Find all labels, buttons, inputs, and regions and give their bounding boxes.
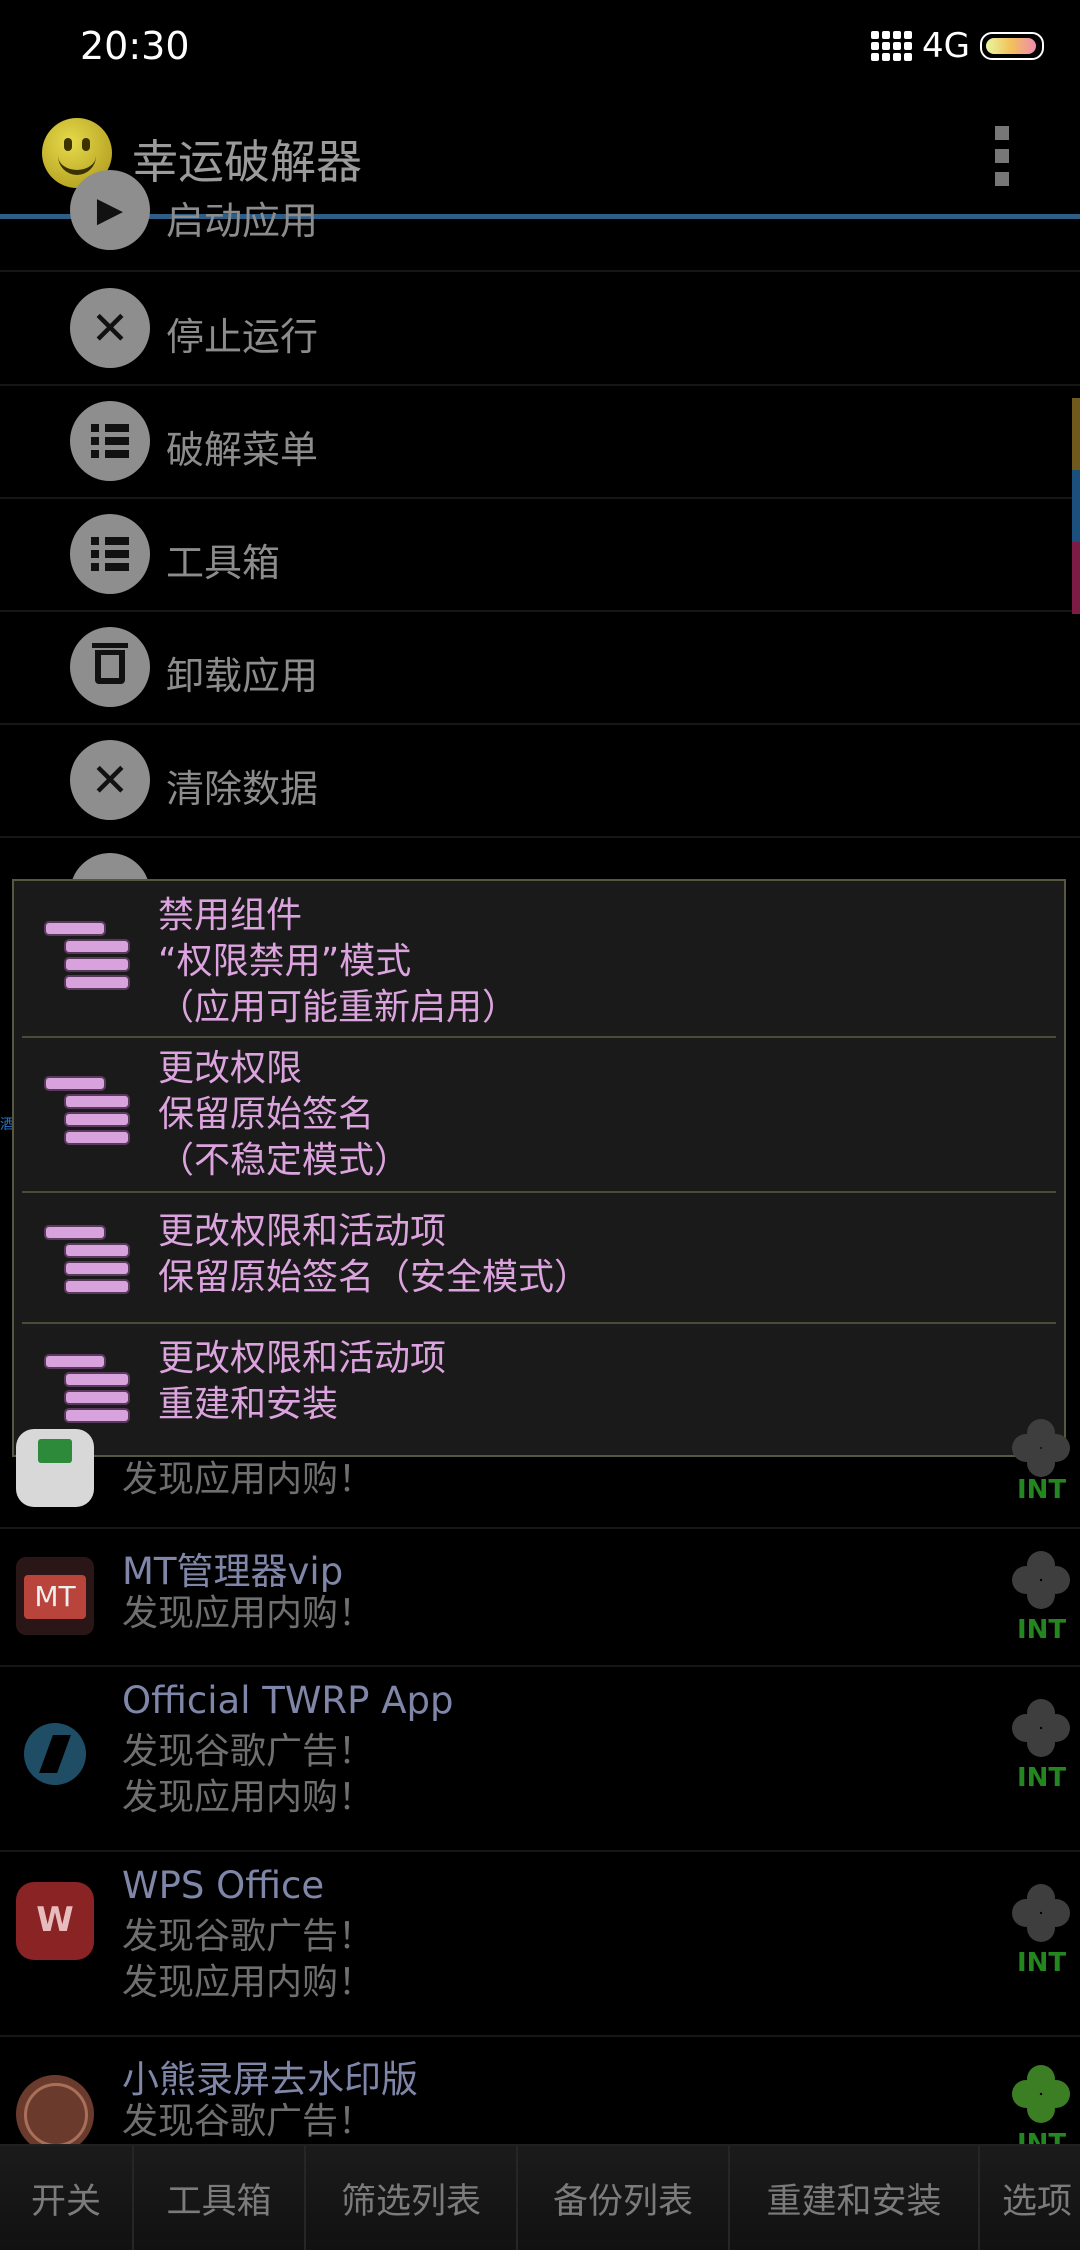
list-icon (70, 514, 150, 594)
option-label: 更改权限和活动项 重建和安装 (158, 1338, 447, 1425)
play-icon: ▶ (70, 170, 150, 250)
signal-icon (871, 31, 913, 61)
trash-icon (70, 627, 150, 707)
app-description: 发现应用内购！ (122, 1593, 375, 1634)
menu-item-label: 工具箱 (166, 541, 281, 585)
patch-list-icon (44, 1225, 138, 1305)
patch-list-icon (44, 921, 138, 1001)
option-change-permissions-activities-safe[interactable]: 更改权限和活动项 保留原始签名（安全模式） (14, 1193, 1064, 1321)
app-row[interactable]: 小熊录屏去水印版 发现谷歌广告！ INT (0, 2035, 1080, 2159)
menu-item-label: 停止运行 (166, 315, 319, 359)
patch-list-icon (44, 1076, 138, 1156)
menu-item-label: 启动应用 (166, 199, 319, 243)
clover-icon (1012, 1699, 1070, 1757)
menu-item-patch-menu[interactable]: 破解菜单 (0, 385, 1080, 499)
app-row[interactable]: Official TWRP App 发现谷歌广告！ 发现应用内购！ INT (0, 1665, 1080, 1852)
status-bar: 20:30 4G (0, 0, 1080, 90)
mt-green-icon (16, 1429, 94, 1507)
app-row[interactable]: W WPS Office 发现谷歌广告！ 发现应用内购！ INT (0, 1850, 1080, 2037)
scroll-strip-red (1072, 542, 1080, 614)
battery-icon (980, 32, 1044, 60)
close-icon: ✕ (70, 740, 150, 820)
patch-list-icon (44, 1354, 138, 1434)
close-icon: ✕ (70, 288, 150, 368)
more-vertical-icon[interactable] (990, 126, 1014, 186)
option-label: 更改权限和活动项 保留原始签名（安全模式） (158, 1211, 591, 1298)
tab-options[interactable]: 选项 (980, 2146, 1080, 2250)
option-label: 禁用组件 “权限禁用”模式 （应用可能重新启用） (158, 895, 519, 1028)
menu-item-clear-data[interactable]: ✕ 清除数据 (0, 724, 1080, 838)
option-change-permissions-activities-rebuild[interactable]: 更改权限和活动项 重建和安装 (14, 1324, 1064, 1454)
int-badge: INT (1017, 1475, 1067, 1505)
int-badge: INT (1017, 1763, 1067, 1793)
screen-recorder-icon (16, 2075, 94, 2153)
menu-item-start-app[interactable]: ▶ 启动应用 (0, 170, 1080, 272)
app-name: Official TWRP App (122, 1679, 454, 1722)
bottom-tab-bar: 开关 工具箱 筛选列表 备份列表 重建和安装 选项 (0, 2144, 1080, 2250)
option-label: 更改权限 保留原始签名 （不稳定模式） (158, 1048, 411, 1181)
app-description: 发现谷歌广告！ 发现应用内购！ (122, 1916, 375, 2003)
tab-switch[interactable]: 开关 (0, 2146, 134, 2250)
network-type: 4G (922, 26, 970, 66)
menu-item-toolbox[interactable]: 工具箱 (0, 498, 1080, 612)
list-icon (70, 401, 150, 481)
app-name: WPS Office (122, 1864, 325, 1907)
app-description: 发现谷歌广告！ 发现应用内购！ (122, 1731, 375, 1818)
scroll-strip-blue (1072, 470, 1080, 542)
clover-icon (1012, 1419, 1070, 1477)
menu-item-label: 卸载应用 (166, 654, 319, 698)
menu-item-label: 清除数据 (166, 767, 319, 811)
clover-icon (1012, 1551, 1070, 1609)
menu-item-stop[interactable]: ✕ 停止运行 (0, 272, 1080, 386)
app-name: 小熊录屏去水印版 (122, 2058, 418, 2101)
app-description: 发现应用内购！ (122, 1459, 375, 1500)
app-name: MT管理器vip (122, 1550, 344, 1593)
status-time: 20:30 (80, 24, 190, 68)
int-badge: INT (1017, 1948, 1067, 1978)
option-change-permissions[interactable]: 更改权限 保留原始签名 （不稳定模式） (14, 1038, 1064, 1190)
clover-green-icon (1012, 2065, 1070, 2123)
tab-toolbox[interactable]: 工具箱 (134, 2146, 306, 2250)
tab-filter-list[interactable]: 筛选列表 (306, 2146, 518, 2250)
app-row[interactable]: 发现应用内购！ INT (0, 1419, 1080, 1529)
twrp-icon (16, 1715, 94, 1793)
tab-rebuild-install[interactable]: 重建和安装 (730, 2146, 980, 2250)
mt-manager-icon: MT (16, 1557, 94, 1635)
clover-icon (1012, 1884, 1070, 1942)
option-disable-components[interactable]: 禁用组件 “权限禁用”模式 （应用可能重新启用） (14, 881, 1064, 1035)
tab-backup-list[interactable]: 备份列表 (518, 2146, 730, 2250)
patch-options-dialog: 禁用组件 “权限禁用”模式 （应用可能重新启用） 更改权限 保留原始签名 （不稳… (12, 879, 1066, 1457)
menu-item-label: 破解菜单 (166, 428, 319, 472)
app-row[interactable]: MT MT管理器vip 发现应用内购！ INT (0, 1527, 1080, 1667)
app-description: 发现谷歌广告！ (122, 2101, 375, 2142)
wps-icon: W (16, 1882, 94, 1960)
scroll-strip-yellow (1072, 398, 1080, 470)
int-badge: INT (1017, 1615, 1067, 1645)
menu-item-uninstall[interactable]: 卸载应用 (0, 611, 1080, 725)
status-indicators: 4G (871, 26, 1044, 66)
